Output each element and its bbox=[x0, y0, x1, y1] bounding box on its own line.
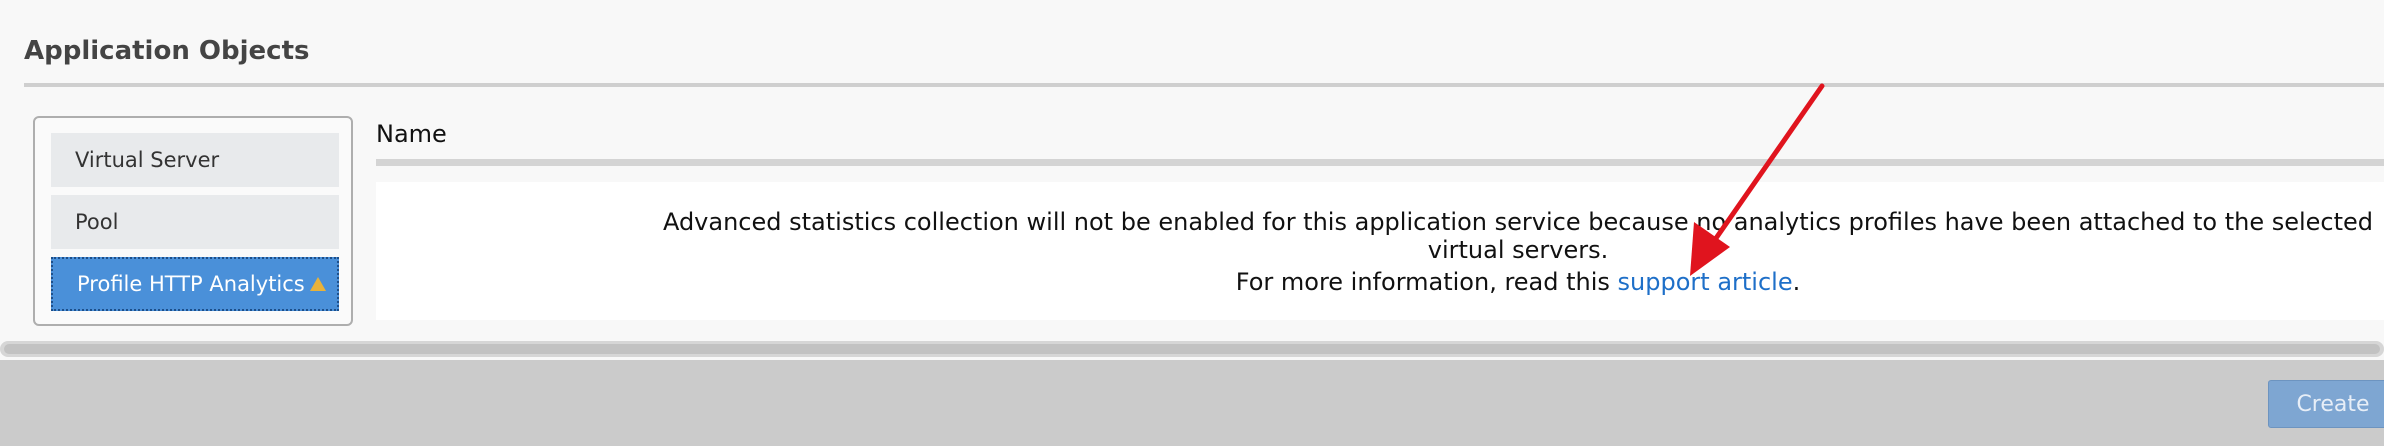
object-item-profile-http-analytics[interactable]: Profile HTTP Analytics bbox=[51, 257, 339, 311]
object-item-virtual-server[interactable]: Virtual Server bbox=[51, 133, 339, 187]
footer-bar: Create bbox=[0, 360, 2384, 446]
create-button[interactable]: Create bbox=[2268, 380, 2384, 428]
object-item-label: Profile HTTP Analytics bbox=[77, 272, 305, 296]
object-item-label: Virtual Server bbox=[75, 148, 220, 172]
info-message-panel: Advanced statistics collection will not … bbox=[376, 182, 2384, 320]
scrollbar-thumb[interactable] bbox=[4, 344, 2380, 354]
more-info-prefix: For more information, read this bbox=[1235, 268, 1618, 296]
support-article-link[interactable]: support article bbox=[1618, 268, 1793, 296]
horizontal-scrollbar[interactable] bbox=[0, 341, 2384, 357]
warning-triangle-icon bbox=[310, 277, 326, 291]
more-info-suffix: . bbox=[1792, 268, 1801, 296]
analytics-warning-message: Advanced statistics collection will not … bbox=[662, 208, 2374, 264]
application-objects-list: Virtual Server Pool Profile HTTP Analyti… bbox=[33, 116, 353, 326]
header-divider bbox=[376, 159, 2384, 166]
object-item-label: Pool bbox=[75, 210, 119, 234]
more-info-message: For more information, read this support … bbox=[376, 268, 2384, 296]
object-item-pool[interactable]: Pool bbox=[51, 195, 339, 249]
section-title: Application Objects bbox=[24, 36, 310, 66]
name-column-header[interactable]: Name bbox=[376, 120, 447, 148]
section-divider bbox=[24, 83, 2384, 87]
